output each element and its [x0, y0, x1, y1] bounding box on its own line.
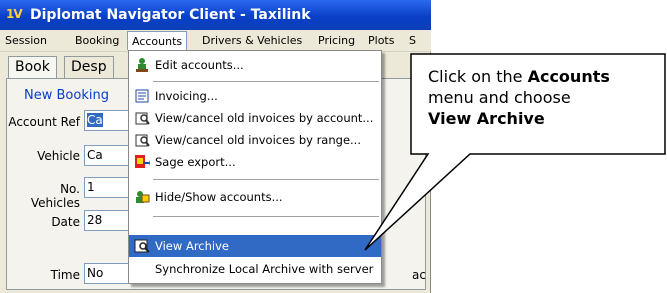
callout-bubble [364, 53, 666, 251]
callout-text: Click on the Accounts menu and choose Vi… [428, 67, 610, 128]
